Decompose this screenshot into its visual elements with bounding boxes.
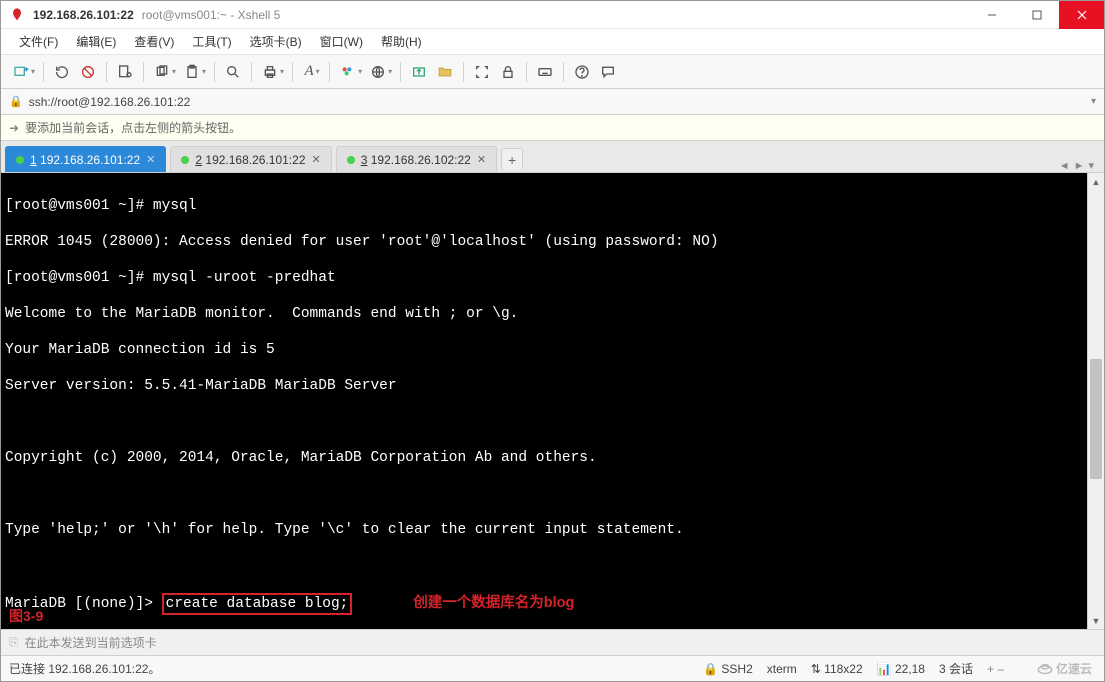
- annotation-create-db: 创建一个数据库名为blog: [413, 595, 574, 611]
- close-button[interactable]: [1059, 1, 1104, 29]
- reconnect-button[interactable]: [50, 60, 74, 84]
- terminal-line: ERROR 1045 (28000): Access denied for us…: [5, 233, 1083, 251]
- status-size: ⇅ 118x22: [811, 662, 863, 676]
- tab-close-icon[interactable]: ✕: [312, 153, 321, 166]
- terminal-line: [5, 485, 1083, 503]
- new-session-button[interactable]: ▾: [9, 60, 37, 84]
- highlight-create-db: create database blog;: [162, 593, 353, 615]
- status-protocol: 🔒 SSH2: [703, 662, 753, 676]
- status-connection: 已连接 192.168.26.101:22。: [9, 660, 160, 677]
- tab-status-dot: [181, 156, 189, 164]
- compose-bar[interactable]: ⎘ 在此本发送到当前选项卡: [1, 629, 1104, 655]
- menubar: 文件(F) 编辑(E) 查看(V) 工具(T) 选项卡(B) 窗口(W) 帮助(…: [1, 29, 1104, 55]
- menu-help[interactable]: 帮助(H): [373, 30, 430, 53]
- tab-menu-icon[interactable]: ▾: [1088, 159, 1094, 172]
- chat-button[interactable]: [596, 60, 620, 84]
- terminal-line: [5, 557, 1083, 575]
- tab-label: 192.168.26.101:22: [40, 153, 140, 167]
- window-controls: [969, 1, 1104, 29]
- tab-number: 3: [361, 153, 368, 167]
- terminal-line: Welcome to the MariaDB monitor. Commands…: [5, 305, 1083, 323]
- file-transfer-button[interactable]: [407, 60, 431, 84]
- hint-arrow-icon[interactable]: ➜: [9, 121, 19, 135]
- status-pos: 📊 22,18: [877, 662, 925, 676]
- terminal-area: [root@vms001 ~]# mysql ERROR 1045 (28000…: [1, 173, 1104, 629]
- hint-text: 要添加当前会话，点击左侧的箭头按钮。: [25, 119, 241, 136]
- brand-watermark: 亿速云: [1036, 660, 1096, 678]
- address-dropdown-icon[interactable]: ▾: [1091, 96, 1096, 107]
- menu-tools[interactable]: 工具(T): [184, 30, 239, 53]
- terminal-line: Server version: 5.5.41-MariaDB MariaDB S…: [5, 377, 1083, 395]
- compose-placeholder: 在此本发送到当前选项卡: [25, 634, 157, 651]
- terminal-line: Type 'help;' or '\h' for help. Type '\c'…: [5, 521, 1083, 539]
- scrollbar[interactable]: ▲ ▼: [1087, 173, 1104, 629]
- tab-label: 192.168.26.102:22: [371, 153, 471, 167]
- title-rest: root@vms001:~ - Xshell 5: [142, 8, 281, 22]
- figure-label: 图3-9: [9, 607, 43, 625]
- menu-tabs[interactable]: 选项卡(B): [242, 30, 310, 53]
- address-text[interactable]: ssh://root@192.168.26.101:22: [29, 95, 1085, 109]
- scroll-thumb[interactable]: [1090, 359, 1102, 479]
- tab-1[interactable]: 1 192.168.26.101:22 ✕: [5, 146, 166, 172]
- titlebar: 192.168.26.101:22 root@vms001:~ - Xshell…: [1, 1, 1104, 29]
- menu-view[interactable]: 查看(V): [126, 30, 182, 53]
- tab-close-icon[interactable]: ✕: [146, 153, 155, 166]
- menu-window[interactable]: 窗口(W): [312, 30, 371, 53]
- copy-button[interactable]: ▾: [150, 60, 178, 84]
- terminal[interactable]: [root@vms001 ~]# mysql ERROR 1045 (28000…: [1, 173, 1087, 629]
- tab-status-dot: [16, 156, 24, 164]
- scroll-up-icon[interactable]: ▲: [1088, 173, 1104, 190]
- tab-2[interactable]: 2 192.168.26.101:22 ✕: [170, 146, 331, 172]
- title-ip: 192.168.26.101:22: [33, 8, 134, 22]
- hint-bar: ➜ 要添加当前会话，点击左侧的箭头按钮。: [1, 115, 1104, 141]
- tab-status-dot: [347, 156, 355, 164]
- tab-strip: 1 192.168.26.101:22 ✕ 2 192.168.26.101:2…: [1, 141, 1104, 173]
- menu-edit[interactable]: 编辑(E): [68, 30, 124, 53]
- keyboard-button[interactable]: [533, 60, 557, 84]
- menu-file[interactable]: 文件(F): [11, 30, 66, 53]
- font-button[interactable]: A▾: [299, 60, 323, 84]
- tab-prev-icon[interactable]: ◄: [1059, 160, 1070, 172]
- status-bar: 已连接 192.168.26.101:22。 🔒 SSH2 xterm ⇅ 11…: [1, 655, 1104, 681]
- encoding-button[interactable]: ▾: [366, 60, 394, 84]
- tab-close-icon[interactable]: ✕: [477, 153, 486, 166]
- disconnect-button[interactable]: [76, 60, 100, 84]
- fullscreen-button[interactable]: [470, 60, 494, 84]
- maximize-button[interactable]: [1014, 1, 1059, 29]
- tab-3[interactable]: 3 192.168.26.102:22 ✕: [336, 146, 497, 172]
- terminal-line: [5, 413, 1083, 431]
- toolbar: ▾ ▾ ▾ ▾ A▾ ▾ ▾: [1, 55, 1104, 89]
- paste-button[interactable]: ▾: [180, 60, 208, 84]
- app-icon: [9, 7, 25, 23]
- find-button[interactable]: [221, 60, 245, 84]
- terminal-line: [root@vms001 ~]# mysql: [5, 197, 1083, 215]
- lock-icon: 🔒: [9, 95, 23, 108]
- folder-button[interactable]: [433, 60, 457, 84]
- tab-nav: ◄ ► ▾: [1059, 159, 1100, 172]
- terminal-line: Copyright (c) 2000, 2014, Oracle, MariaD…: [5, 449, 1083, 467]
- print-button[interactable]: ▾: [258, 60, 286, 84]
- tab-number: 2: [195, 153, 202, 167]
- add-tab-button[interactable]: +: [501, 148, 523, 170]
- terminal-line: Your MariaDB connection id is 5: [5, 341, 1083, 359]
- properties-button[interactable]: [113, 60, 137, 84]
- scroll-down-icon[interactable]: ▼: [1088, 612, 1104, 629]
- tab-next-icon[interactable]: ►: [1074, 160, 1085, 172]
- minimize-button[interactable]: [969, 1, 1014, 29]
- tab-number: 1: [30, 153, 37, 167]
- status-sessions: 3 会话: [939, 660, 973, 677]
- address-bar: 🔒 ssh://root@192.168.26.101:22 ▾: [1, 89, 1104, 115]
- status-term: xterm: [767, 662, 797, 676]
- terminal-line: [root@vms001 ~]# mysql -uroot -predhat: [5, 269, 1083, 287]
- scroll-track[interactable]: [1088, 190, 1104, 612]
- color-scheme-button[interactable]: ▾: [336, 60, 364, 84]
- help-button[interactable]: [570, 60, 594, 84]
- tab-label: 192.168.26.101:22: [205, 153, 305, 167]
- lock-button[interactable]: [496, 60, 520, 84]
- terminal-line: MariaDB [(none)]> create database blog; …: [5, 593, 1083, 615]
